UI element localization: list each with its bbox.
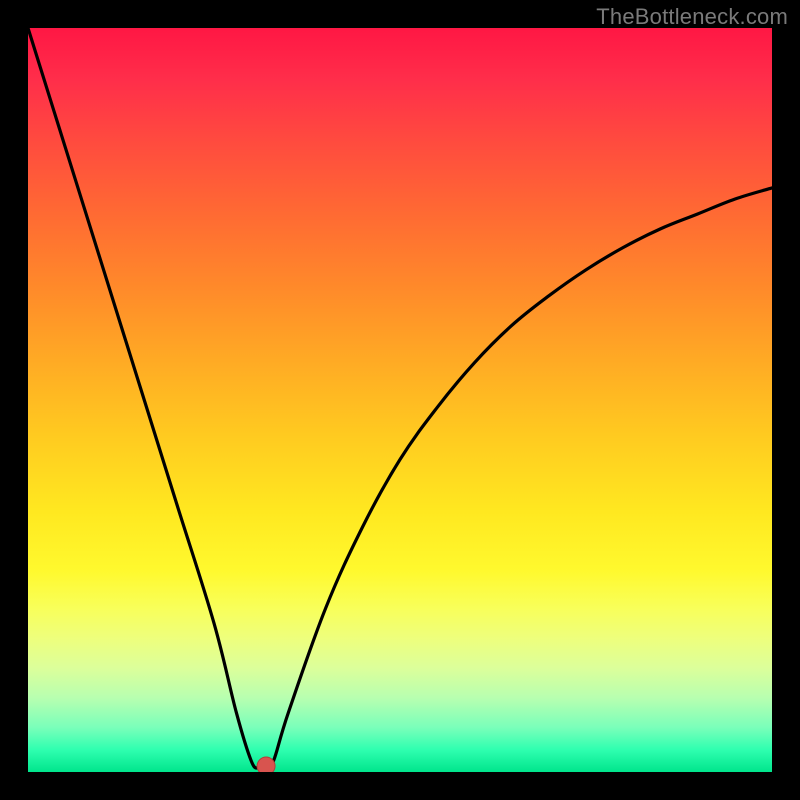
chart-frame: TheBottleneck.com bbox=[0, 0, 800, 800]
plot-area bbox=[28, 28, 772, 772]
watermark-label: TheBottleneck.com bbox=[596, 4, 788, 30]
bottleneck-curve bbox=[28, 28, 772, 772]
